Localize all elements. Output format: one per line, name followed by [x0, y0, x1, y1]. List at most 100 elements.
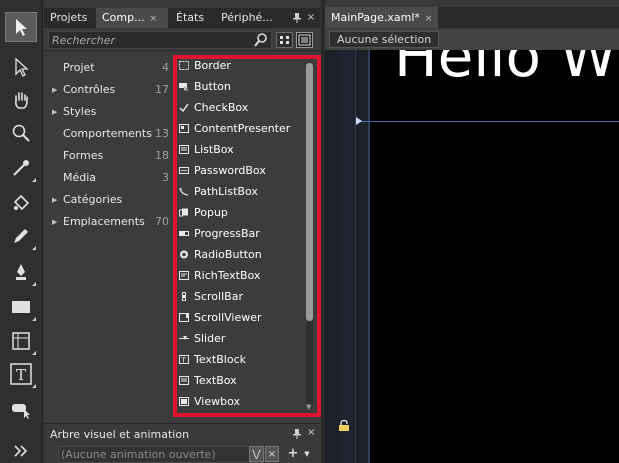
- pan-tool[interactable]: [5, 85, 37, 115]
- scroll-down-icon[interactable]: ▼: [306, 403, 314, 411]
- controls-scrollbar[interactable]: [306, 63, 313, 405]
- control-label: PasswordBox: [194, 164, 266, 177]
- breadcrumb[interactable]: Aucune sélection: [329, 31, 440, 48]
- control-listbox[interactable]: ListBox: [179, 139, 234, 160]
- control-label: ScrollViewer: [194, 311, 262, 324]
- tab-peripheriques[interactable]: Périphé...: [215, 8, 287, 28]
- textblock-icon: T: [179, 354, 189, 364]
- eyedropper-tool[interactable]: [5, 153, 37, 183]
- asset-tool[interactable]: [5, 394, 37, 424]
- control-viewbox[interactable]: Viewbox: [179, 391, 240, 412]
- rectangle-tool[interactable]: [5, 292, 37, 322]
- control-textblock[interactable]: T TextBlock: [179, 349, 246, 370]
- control-pathlistbox[interactable]: PathListBox: [179, 181, 258, 202]
- category-label: Formes: [63, 149, 104, 162]
- control-label: ScrollBar: [194, 290, 243, 303]
- close-icon[interactable]: ×: [306, 12, 316, 24]
- search-icon[interactable]: [254, 33, 268, 47]
- tab-etats[interactable]: États: [170, 8, 214, 28]
- expand-arrow-icon[interactable]: ▶: [52, 101, 57, 123]
- close-icon[interactable]: ×: [150, 14, 158, 24]
- category-count: 3: [162, 171, 169, 184]
- canvas-textblock[interactable]: Hello W: [394, 50, 617, 90]
- add-dropdown-icon[interactable]: ▼: [302, 446, 312, 462]
- control-scrollbar[interactable]: ScrollBar: [179, 286, 243, 307]
- grid-icon: [12, 332, 30, 350]
- expand-icon: [14, 445, 28, 457]
- close-icon[interactable]: ×: [307, 427, 315, 438]
- category-controles[interactable]: ▶ Contrôles 17: [44, 79, 172, 101]
- expand-arrow-icon[interactable]: ▶: [52, 189, 57, 211]
- pin-icon[interactable]: [292, 428, 302, 440]
- control-richtextbox[interactable]: RichTextBox: [179, 265, 260, 286]
- category-media[interactable]: Média 3: [44, 167, 172, 189]
- close-icon[interactable]: ×: [425, 14, 433, 24]
- paint-bucket-tool[interactable]: [5, 187, 37, 217]
- expand-arrow-icon[interactable]: ▶: [52, 79, 57, 101]
- close-animation-button[interactable]: ×: [265, 446, 279, 462]
- pen-icon: [16, 264, 26, 280]
- direct-selection-tool[interactable]: [5, 52, 37, 82]
- control-scrollviewer[interactable]: ScrollViewer: [179, 307, 262, 328]
- tool-flyout-indicator: [32, 384, 36, 388]
- expand-tools-button[interactable]: [5, 436, 37, 463]
- grid-view-button[interactable]: [276, 32, 293, 48]
- category-projet[interactable]: Projet 4: [44, 57, 172, 79]
- tab-projets[interactable]: Projets: [44, 8, 96, 28]
- horizontal-guide[interactable]: [356, 121, 619, 122]
- listbox-icon: [179, 144, 189, 154]
- category-styles[interactable]: ▶ Styles: [44, 101, 172, 123]
- tab-composants[interactable]: Comp... ×: [96, 8, 168, 28]
- brush-tool[interactable]: [5, 221, 37, 251]
- control-contentpresenter[interactable]: ContentPresenter: [179, 118, 290, 139]
- animation-select[interactable]: (Aucune animation ouverte): [58, 446, 264, 463]
- category-categories[interactable]: ▶ Catégories: [44, 189, 172, 211]
- control-popup[interactable]: Popup: [179, 202, 228, 223]
- category-count: 17: [155, 83, 169, 96]
- expand-arrow-icon[interactable]: ▶: [52, 211, 57, 233]
- panel-title: Arbre visuel et animation: [50, 428, 190, 441]
- scrollbar-thumb[interactable]: [306, 63, 313, 321]
- animation-dropdown-icon[interactable]: ⋁: [249, 446, 264, 462]
- control-passwordbox[interactable]: PasswordBox: [179, 160, 266, 181]
- control-slider[interactable]: Slider: [179, 328, 225, 349]
- category-label: Emplacements: [63, 215, 145, 228]
- control-textbox[interactable]: TextBox: [179, 370, 237, 391]
- grid-tool[interactable]: [5, 326, 37, 356]
- control-label: Slider: [194, 332, 226, 345]
- eyedropper-icon: [13, 160, 29, 176]
- control-border[interactable]: Border: [179, 55, 231, 76]
- viewbox-icon: [179, 396, 189, 406]
- tab-label: Comp...: [102, 11, 145, 24]
- pen-tool[interactable]: [5, 257, 37, 287]
- text-tool[interactable]: T: [5, 359, 37, 389]
- add-animation-button[interactable]: +: [287, 446, 299, 462]
- design-canvas[interactable]: Hello W: [370, 50, 619, 463]
- control-checkbox[interactable]: CheckBox: [179, 97, 248, 118]
- list-view-button[interactable]: [296, 32, 313, 48]
- category-comportements[interactable]: Comportements 13: [44, 123, 172, 145]
- slider-icon: [179, 335, 189, 340]
- category-emplacements[interactable]: ▶ Emplacements 70: [44, 211, 172, 233]
- panel-tab-strip: Projets Comp... × États Périphé... ×: [44, 8, 320, 28]
- pin-icon[interactable]: [292, 12, 302, 24]
- button-icon: [179, 82, 188, 91]
- control-progressbar[interactable]: ProgressBar: [179, 223, 260, 244]
- category-formes[interactable]: Formes 18: [44, 145, 172, 167]
- zoom-tool[interactable]: [5, 118, 37, 148]
- direct-selection-icon: [15, 57, 29, 77]
- guide-marker-icon[interactable]: [356, 117, 362, 125]
- control-button[interactable]: Button: [179, 76, 231, 97]
- breadcrumb-bar: Aucune sélection: [325, 29, 619, 50]
- contentpresenter-icon: [179, 123, 189, 133]
- control-radiobutton[interactable]: RadioButton: [179, 244, 262, 265]
- lock-icon[interactable]: [338, 420, 350, 432]
- tool-flyout-indicator: [32, 178, 36, 182]
- tab-mainpage[interactable]: MainPage.xaml* ×: [325, 7, 439, 28]
- control-label: PathListBox: [194, 185, 258, 198]
- selection-tool[interactable]: [5, 12, 37, 42]
- search-input[interactable]: [48, 31, 272, 49]
- border-icon: [179, 60, 189, 70]
- popup-icon: [179, 208, 188, 216]
- category-label: Contrôles: [63, 83, 116, 96]
